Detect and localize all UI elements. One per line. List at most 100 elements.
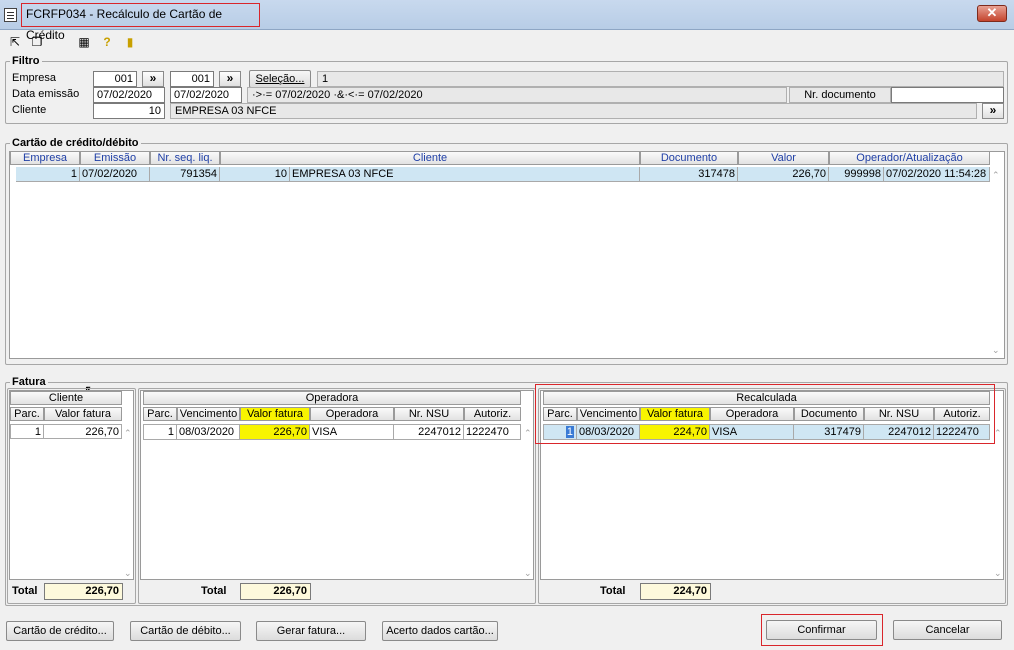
col-valor-fatura[interactable]: Valor fatura [240, 407, 310, 421]
data-emissao-label: Data emissão [12, 88, 80, 100]
cell-nr-nsu: 2247012 [864, 425, 934, 440]
recalculada-total-value: 224,70 [640, 583, 711, 600]
cartao-title: Cartão de crédito/débito [10, 137, 141, 149]
gerar-fatura-button[interactable]: Gerar fatura... [256, 621, 366, 641]
cell-seq: 791354 [150, 167, 220, 182]
cell-documento: 317479 [794, 425, 864, 440]
window-title: FCRFP034 - Recálculo de Cartão de Crédit… [21, 3, 260, 42]
scroll-down-icon[interactable]: ⌄ [124, 568, 132, 579]
cell-valor: 226,70 [738, 167, 829, 182]
selecao-display: 1 [317, 71, 1004, 87]
table-row[interactable]: 1 08/03/2020 224,70 VISA 317479 2247012 … [543, 424, 990, 440]
col-operadora[interactable]: Operadora [310, 407, 394, 421]
cell-parc-value[interactable]: 1 [565, 426, 574, 438]
cell-emissao: 07/02/2020 [80, 167, 150, 182]
cliente-name-display: EMPRESA 03 NFCE [170, 103, 977, 119]
cell-valor-fatura: 226,70 [240, 425, 310, 440]
col-parc[interactable]: Parc. [543, 407, 577, 421]
recalculada-total-label: Total [600, 585, 626, 597]
cell-empresa: 1 [16, 167, 80, 182]
scroll-up-icon[interactable]: ⌃ [524, 428, 532, 439]
col-emissao[interactable]: Emissão [80, 151, 150, 165]
col-operadora[interactable]: Operadora [710, 407, 794, 421]
scroll-up-icon[interactable]: ⌃ [124, 428, 132, 439]
confirmar-button[interactable]: Confirmar [766, 620, 877, 640]
col-autoriz[interactable]: Autoriz. [934, 407, 990, 421]
table-row[interactable]: 1 07/02/2020 791354 10 EMPRESA 03 NFCE 3… [10, 167, 990, 183]
cliente-total-value: 226,70 [44, 583, 123, 600]
copy-icon[interactable]: ❐ [30, 35, 44, 49]
cell-valor-fatura: 226,70 [44, 424, 122, 439]
nr-documento-label: Nr. documento [789, 87, 891, 103]
operadora-grid-title: Operadora [143, 391, 521, 405]
cliente-grid-title: Cliente [10, 391, 122, 405]
col-vencimento[interactable]: Vencimento [577, 407, 640, 421]
help-icon[interactable]: ? [100, 35, 114, 49]
cell-operador: 999998 [829, 167, 884, 182]
nr-documento-input[interactable] [891, 87, 1004, 103]
cliente-total-label: Total [12, 585, 38, 597]
data-expression-display: ·>·= 07/02/2020 ·&·<·= 07/02/2020 [247, 87, 787, 103]
col-nr-nsu[interactable]: Nr. NSU [864, 407, 934, 421]
operadora-total-value: 226,70 [240, 583, 311, 600]
col-nr-seq-liq[interactable]: Nr. seq. liq. [150, 151, 220, 165]
col-valor-fatura[interactable]: Valor fatura [640, 407, 710, 421]
table-row[interactable]: 1 08/03/2020 226,70 VISA 2247012 1222470 [143, 424, 521, 440]
cliente-lookup-button[interactable]: » [982, 103, 1004, 119]
cell-cliente-code: 10 [220, 167, 290, 182]
close-button[interactable]: ✕ [977, 5, 1007, 22]
cell-autoriz: 1222470 [934, 425, 990, 440]
app-icon [4, 8, 17, 22]
scroll-up-icon[interactable]: ⌃ [992, 170, 1000, 181]
col-parc[interactable]: Parc. [143, 407, 177, 421]
filter-title: Filtro [10, 55, 42, 67]
col-parc[interactable]: Parc. [10, 407, 44, 421]
scroll-down-icon[interactable]: ⌄ [994, 568, 1002, 579]
exit-door-icon[interactable]: ▮ [123, 35, 137, 49]
scroll-down-icon[interactable]: ⌄ [992, 345, 1000, 356]
empresa-label: Empresa [12, 72, 57, 84]
cell-vencimento: 08/03/2020 [577, 425, 640, 440]
cell-parc: 1 [10, 424, 44, 439]
col-operador[interactable]: Operador/Atualização [829, 151, 990, 165]
cliente-code-input[interactable]: 10 [93, 103, 165, 119]
recalculada-grid-title: Recalculada [543, 391, 990, 405]
export-icon[interactable]: ⇱ [8, 35, 22, 49]
cell-vencimento: 08/03/2020 [177, 425, 240, 440]
cell-autoriz: 1222470 [464, 425, 521, 440]
data-emissao-to-input[interactable]: 07/02/2020 [170, 87, 242, 103]
col-empresa[interactable]: Empresa [10, 151, 80, 165]
col-cliente[interactable]: Cliente [220, 151, 640, 165]
empresa-to-lookup-button[interactable]: » [219, 71, 241, 87]
col-valor[interactable]: Valor [738, 151, 829, 165]
cancelar-button[interactable]: Cancelar [893, 620, 1002, 640]
col-vencimento[interactable]: Vencimento [177, 407, 240, 421]
empresa-from-input[interactable]: 001 [93, 71, 137, 87]
col-nr-nsu[interactable]: Nr. NSU [394, 407, 464, 421]
cell-documento: 317478 [640, 167, 738, 182]
cartao-debito-button[interactable]: Cartão de débito... [130, 621, 241, 641]
cartao-credito-button[interactable]: Cartão de crédito... [6, 621, 114, 641]
cell-parc[interactable]: 1 [544, 425, 577, 440]
cell-valor-fatura: 224,70 [640, 425, 710, 440]
cell-operadora: VISA [710, 425, 794, 440]
cell-cliente-name: EMPRESA 03 NFCE [290, 167, 640, 182]
fatura-title: Fatura [10, 376, 48, 388]
col-autoriz[interactable]: Autoriz. [464, 407, 521, 421]
col-valor-fatura[interactable]: Valor fatura [44, 407, 122, 421]
col-documento[interactable]: Documento [640, 151, 738, 165]
cell-operadora: VISA [310, 425, 394, 440]
acerto-dados-cartao-button[interactable]: Acerto dados cartão... [382, 621, 498, 641]
cliente-label: Cliente [12, 104, 47, 116]
data-emissao-from-input[interactable]: 07/02/2020 [93, 87, 165, 103]
scroll-down-icon[interactable]: ⌄ [524, 568, 532, 579]
empresa-from-lookup-button[interactable]: » [142, 71, 164, 87]
scroll-up-icon[interactable]: ⌃ [994, 428, 1002, 439]
empresa-to-input[interactable]: 001 [170, 71, 214, 87]
col-documento[interactable]: Documento [794, 407, 864, 421]
selecao-button[interactable]: Seleção... [249, 70, 311, 88]
cell-nr-nsu: 2247012 [394, 425, 464, 440]
cell-parc: 1 [144, 425, 177, 440]
grid-icon[interactable]: ▦ [77, 35, 91, 49]
cell-atualizacao: 07/02/2020 11:54:28 [884, 167, 990, 182]
